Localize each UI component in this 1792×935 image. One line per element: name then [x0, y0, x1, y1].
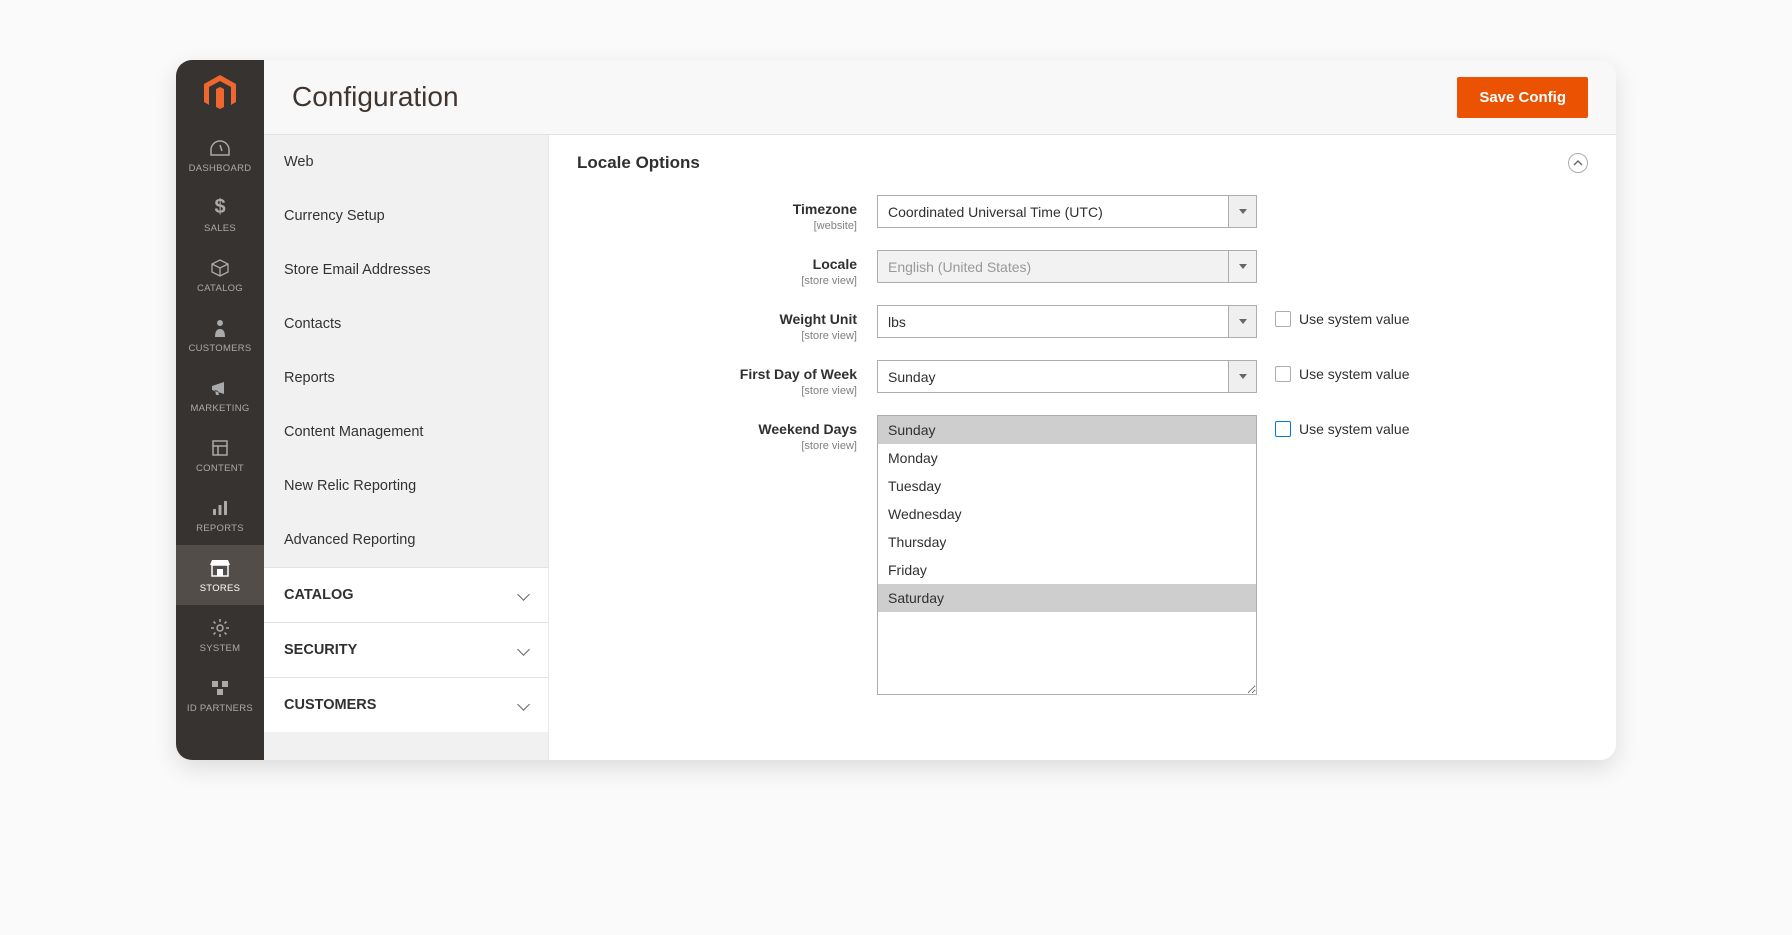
box-icon: [210, 257, 230, 279]
collapse-section-button[interactable]: [1568, 153, 1588, 173]
chevron-down-icon: [1228, 196, 1256, 227]
config-tab-reports[interactable]: Reports: [264, 351, 548, 405]
weekend-option-saturday[interactable]: Saturday: [878, 584, 1256, 612]
chevron-down-icon: [519, 642, 528, 658]
nav-label: DASHBOARD: [189, 163, 252, 174]
weekend-option-sunday[interactable]: Sunday: [878, 416, 1256, 444]
nav-label: CATALOG: [197, 283, 243, 294]
nav-item-catalog[interactable]: CATALOG: [176, 245, 264, 305]
config-tab-contacts[interactable]: Contacts: [264, 297, 548, 351]
field-label: Timezone: [793, 201, 857, 217]
weekend-days-multiselect[interactable]: SundayMondayTuesdayWednesdayThursdayFrid…: [877, 415, 1257, 695]
dollar-icon: $: [214, 197, 225, 219]
nav-item-marketing[interactable]: MARKETING: [176, 365, 264, 425]
weekend-option-thursday[interactable]: Thursday: [878, 528, 1256, 556]
weekend-option-monday[interactable]: Monday: [878, 444, 1256, 472]
main-area: Configuration Save Config WebCurrency Se…: [264, 60, 1616, 760]
field-timezone: Timezone [website] Coordinated Universal…: [577, 195, 1588, 232]
chevron-down-icon: [1228, 361, 1256, 392]
field-locale: Locale [store view] English (United Stat…: [577, 250, 1588, 287]
section-title: Locale Options: [577, 153, 700, 173]
gear-icon: [210, 617, 230, 639]
content: WebCurrency SetupStore Email AddressesCo…: [264, 135, 1616, 760]
field-scope: [store view]: [577, 385, 857, 397]
dashboard-icon: [209, 137, 231, 159]
nav-label: SALES: [204, 223, 236, 234]
save-config-button[interactable]: Save Config: [1457, 77, 1588, 118]
weekend-option-tuesday[interactable]: Tuesday: [878, 472, 1256, 500]
settings-panel: Locale Options Timezone [website] Coordi…: [549, 135, 1616, 760]
bars-icon: [211, 497, 229, 519]
nav-item-content[interactable]: CONTENT: [176, 425, 264, 485]
nav-label: CUSTOMERS: [188, 343, 251, 354]
app-frame: DASHBOARD $ SALES CATALOG CUSTOMERS MARKETING…: [176, 60, 1616, 760]
chevron-down-icon: [519, 697, 528, 713]
field-label: Locale: [813, 256, 857, 272]
field-first-day: First Day of Week [store view] Sunday Us…: [577, 360, 1588, 397]
magento-logo-icon: [176, 60, 264, 125]
field-scope: [store view]: [577, 440, 857, 452]
nav-label: ID PARTNERS: [187, 703, 253, 714]
blocks-icon: [210, 677, 230, 699]
config-tab-web[interactable]: Web: [264, 135, 548, 189]
nav-label: SYSTEM: [200, 643, 241, 654]
weight-unit-select[interactable]: lbs: [877, 305, 1257, 338]
weekend-option-friday[interactable]: Friday: [878, 556, 1256, 584]
use-system-checkbox-weight[interactable]: [1275, 311, 1291, 327]
config-tab-store-email-addresses[interactable]: Store Email Addresses: [264, 243, 548, 297]
section-header: Locale Options: [577, 153, 1588, 173]
config-group-security[interactable]: SECURITY: [264, 622, 548, 677]
field-scope: [website]: [577, 220, 857, 232]
field-scope: [store view]: [577, 330, 857, 342]
config-tab-advanced-reporting[interactable]: Advanced Reporting: [264, 513, 548, 567]
nav-label: REPORTS: [196, 523, 244, 534]
nav-item-system[interactable]: SYSTEM: [176, 605, 264, 665]
first-day-select[interactable]: Sunday: [877, 360, 1257, 393]
config-tab-content-management[interactable]: Content Management: [264, 405, 548, 459]
chevron-down-icon: [1228, 251, 1256, 282]
megaphone-icon: [210, 377, 230, 399]
field-label: Weight Unit: [779, 311, 857, 327]
field-scope: [store view]: [577, 275, 857, 287]
chevron-down-icon: [519, 587, 528, 603]
nav-item-stores[interactable]: STORES: [176, 545, 264, 605]
use-system-label: Use system value: [1299, 366, 1409, 382]
field-weight-unit: Weight Unit [store view] lbs Use system …: [577, 305, 1588, 342]
person-icon: [212, 317, 228, 339]
nav-item-dashboard[interactable]: DASHBOARD: [176, 125, 264, 185]
nav-label: STORES: [200, 583, 241, 594]
page-title: Configuration: [292, 81, 459, 113]
config-group-customers[interactable]: CUSTOMERS: [264, 677, 548, 732]
timezone-select[interactable]: Coordinated Universal Time (UTC): [877, 195, 1257, 228]
locale-select: English (United States): [877, 250, 1257, 283]
nav-item-sales[interactable]: $ SALES: [176, 185, 264, 245]
weekend-option-wednesday[interactable]: Wednesday: [878, 500, 1256, 528]
config-group-catalog[interactable]: CATALOG: [264, 567, 548, 622]
use-system-label: Use system value: [1299, 311, 1409, 327]
config-tab-currency-setup[interactable]: Currency Setup: [264, 189, 548, 243]
nav-label: CONTENT: [196, 463, 244, 474]
use-system-checkbox-firstday[interactable]: [1275, 366, 1291, 382]
field-label: Weekend Days: [758, 421, 857, 437]
use-system-checkbox-weekend[interactable]: [1275, 421, 1291, 437]
field-weekend-days: Weekend Days [store view] SundayMondayTu…: [577, 415, 1588, 695]
config-tab-new-relic-reporting[interactable]: New Relic Reporting: [264, 459, 548, 513]
config-tabs: WebCurrency SetupStore Email AddressesCo…: [264, 135, 549, 760]
store-icon: [209, 557, 231, 579]
layout-icon: [211, 437, 229, 459]
admin-nav: DASHBOARD $ SALES CATALOG CUSTOMERS MARKETING…: [176, 60, 264, 760]
nav-item-customers[interactable]: CUSTOMERS: [176, 305, 264, 365]
field-label: First Day of Week: [740, 366, 857, 382]
chevron-down-icon: [1228, 306, 1256, 337]
page-header: Configuration Save Config: [264, 60, 1616, 135]
nav-item-id-partners[interactable]: ID PARTNERS: [176, 665, 264, 725]
use-system-label: Use system value: [1299, 421, 1409, 437]
nav-item-reports[interactable]: REPORTS: [176, 485, 264, 545]
nav-label: MARKETING: [190, 403, 249, 414]
